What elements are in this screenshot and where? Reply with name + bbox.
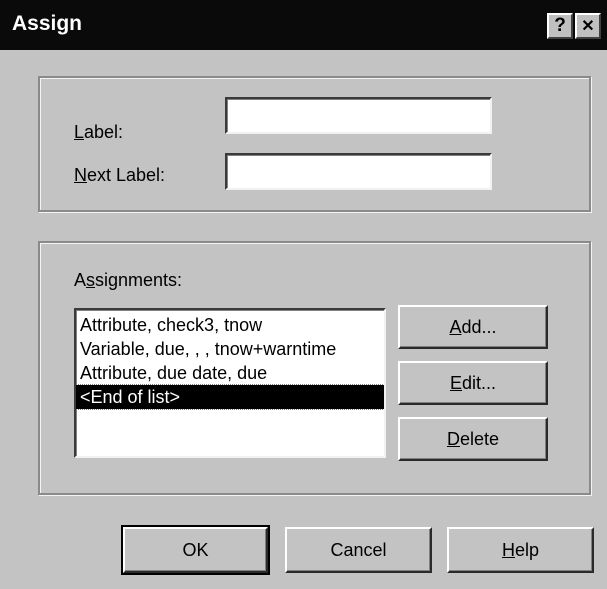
ok-button[interactable]: OK (121, 525, 270, 575)
next-label-input[interactable] (225, 153, 492, 190)
list-item[interactable]: Attribute, due date, due (76, 361, 384, 385)
title-bar: Assign ? ✕ (0, 0, 607, 50)
assign-dialog: Assign ? ✕ Label: Next Label: Assignment… (0, 0, 607, 589)
help-button[interactable]: Help (447, 527, 594, 573)
question-icon: ? (554, 15, 566, 36)
window-title: Assign (12, 12, 83, 35)
label-caption: Label: (74, 122, 124, 142)
next-label-caption: Next Label: (74, 165, 166, 185)
label-input[interactable] (225, 97, 492, 134)
help-question-button[interactable]: ? (547, 13, 573, 39)
assignments-listbox[interactable]: Attribute, check3, tnow Variable, due, ,… (74, 308, 386, 458)
delete-button[interactable]: Delete (398, 417, 548, 461)
list-item[interactable]: Variable, due, , , tnow+warntime (76, 337, 384, 361)
add-button[interactable]: Add... (398, 305, 548, 349)
assignments-heading: Assignments: (74, 270, 183, 290)
list-item[interactable]: Attribute, check3, tnow (76, 313, 384, 337)
close-icon: ✕ (581, 18, 595, 35)
cancel-button[interactable]: Cancel (285, 527, 432, 573)
list-item-end-of-list[interactable]: <End of list> (76, 384, 384, 410)
edit-button[interactable]: Edit... (398, 361, 548, 405)
close-button[interactable]: ✕ (575, 13, 601, 39)
